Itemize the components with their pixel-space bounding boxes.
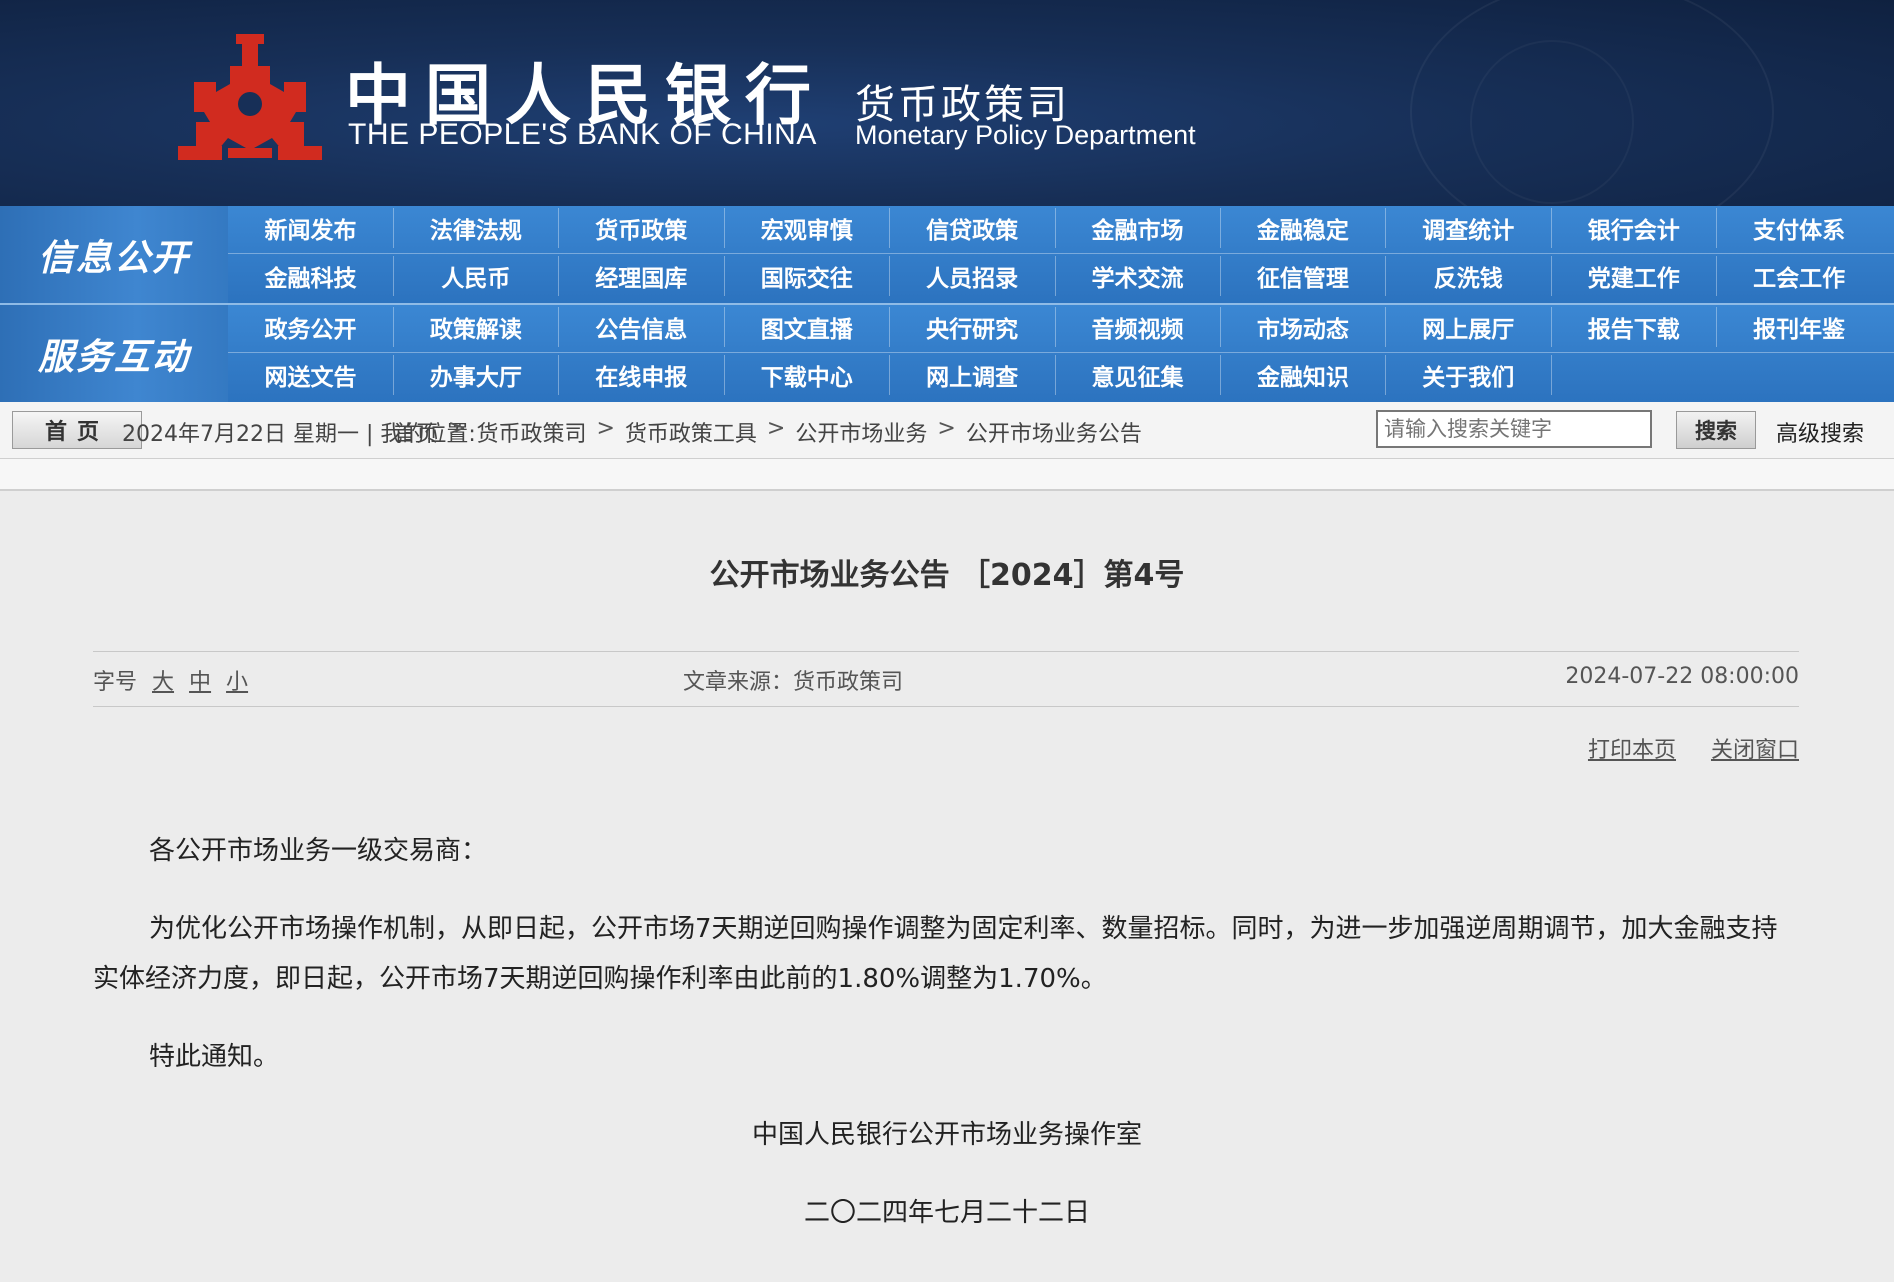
nav-item[interactable]: 工会工作: [1717, 256, 1882, 296]
nav-item[interactable]: 网送文告: [228, 355, 394, 395]
nav-item[interactable]: 政务公开: [228, 307, 394, 347]
font-size-label: 字号: [93, 670, 138, 695]
nav-section-service: 服务互动 政务公开 政策解读 公告信息 图文直播 央行研究 音频视频 市场动态 网上展厅 报告下…: [0, 305, 1894, 402]
signature-org: 中国人民银行公开市场业务操作室: [751, 1120, 1142, 1150]
nav-item[interactable]: 经理国库: [559, 256, 725, 296]
nav-item[interactable]: 调查统计: [1386, 208, 1552, 248]
nav-item[interactable]: 征信管理: [1220, 256, 1387, 296]
font-size-control: 字号 大 中 小: [93, 664, 248, 696]
article-source: 文章来源：货币政策司: [683, 670, 904, 695]
nav-item[interactable]: 网上调查: [890, 355, 1056, 395]
article-paragraph: 各公开市场业务一级交易商：: [149, 836, 488, 866]
article-paragraph: 为优化公开市场操作机制，从即日起，公开市场7天期逆回购操作调整为固定利率、数量招…: [93, 914, 1778, 994]
article-tools: 打印本页 关闭窗口: [1560, 732, 1799, 764]
breadcrumb-separator: >: [448, 416, 467, 441]
nav-item[interactable]: 人民币: [393, 256, 560, 296]
article-meta: 字号 大 中 小 文章来源：货币政策司 2024-07-22 08:00:00: [93, 664, 1799, 696]
nav-item[interactable]: 支付体系: [1717, 208, 1882, 248]
bank-name-en: THE PEOPLE'S BANK OF CHINA: [348, 118, 817, 151]
print-link[interactable]: 打印本页: [1588, 738, 1676, 763]
breadcrumb-item[interactable]: 公开市场业务: [795, 416, 927, 448]
nav-item[interactable]: 金融知识: [1220, 355, 1387, 395]
nav-item[interactable]: 网上展厅: [1386, 307, 1552, 347]
breadcrumb-separator: >: [937, 416, 956, 441]
meta-divider-bottom: [93, 706, 1799, 707]
nav-grid: 新闻发布 法律法规 货币政策 宏观审慎 信贷政策 金融市场 金融稳定 调查统计 银行会计 支付体系…: [228, 206, 1894, 303]
font-size-medium[interactable]: 中: [189, 670, 211, 695]
search-input[interactable]: [1376, 410, 1652, 448]
nav-item[interactable]: 货币政策: [559, 208, 725, 248]
nav-item[interactable]: 党建工作: [1551, 256, 1718, 296]
nav-item[interactable]: 报告下载: [1551, 307, 1718, 347]
article-paragraph: 特此通知。: [149, 1042, 280, 1072]
nav-item[interactable]: 人员招录: [890, 256, 1056, 296]
breadcrumb-item[interactable]: 首页: [394, 416, 438, 448]
nav-item[interactable]: 意见征集: [1055, 355, 1221, 395]
search-button[interactable]: 搜索: [1676, 411, 1756, 449]
pboc-logo-icon[interactable]: [170, 30, 330, 170]
nav-item[interactable]: 反洗钱: [1386, 256, 1552, 296]
nav-item[interactable]: 法律法规: [393, 208, 560, 248]
nav-item[interactable]: 宏观审慎: [724, 208, 891, 248]
nav-item[interactable]: 音频视频: [1055, 307, 1221, 347]
breadcrumb-bar: 首页 2024年7月22日 星期一 | 我的位置: 首页 > 货币政策司 > 货币政策工…: [0, 402, 1894, 459]
header-divider: [0, 459, 1894, 491]
article-title: 公开市场业务公告 ［2024］第4号: [709, 558, 1185, 593]
nav-grid: 政务公开 政策解读 公告信息 图文直播 央行研究 音频视频 市场动态 网上展厅 报告下载 报刊年鉴…: [228, 305, 1894, 402]
nav-item[interactable]: 公告信息: [559, 307, 725, 347]
main-nav: 信息公开 新闻发布 法律法规 货币政策 宏观审慎 信贷政策 金融市场 金融稳定 调查统计 银行会…: [0, 206, 1894, 402]
nav-item[interactable]: 新闻发布: [228, 208, 394, 248]
nav-item[interactable]: 银行会计: [1551, 208, 1718, 248]
breadcrumb-item[interactable]: 货币政策司: [476, 416, 586, 448]
nav-section-title: 服务互动: [0, 305, 228, 402]
banner-watermark-inner: [1470, 40, 1634, 204]
nav-item[interactable]: 金融稳定: [1220, 208, 1387, 248]
breadcrumb-item[interactable]: 货币政策工具: [625, 416, 757, 448]
breadcrumb-separator: >: [766, 416, 786, 441]
nav-row-divider: [228, 352, 1894, 353]
nav-item[interactable]: 金融市场: [1055, 208, 1221, 248]
dept-name-en: Monetary Policy Department: [855, 120, 1196, 150]
nav-row-divider: [228, 253, 1894, 254]
nav-item[interactable]: 图文直播: [724, 307, 891, 347]
nav-item[interactable]: 办事大厅: [393, 355, 560, 395]
nav-item[interactable]: 下载中心: [724, 355, 891, 395]
nav-item[interactable]: 关于我们: [1386, 355, 1552, 395]
nav-item[interactable]: 金融科技: [228, 256, 394, 296]
nav-item[interactable]: 市场动态: [1220, 307, 1387, 347]
breadcrumb-separator: >: [596, 416, 615, 441]
publish-time: 2024-07-22 08:00:00: [1565, 664, 1799, 689]
meta-divider-top: [93, 651, 1799, 652]
breadcrumb: 首页 > 货币政策司 > 货币政策工具 > 公开市场业务 > 公开市场业务公告: [394, 416, 1142, 448]
article-body: 各公开市场业务一级交易商： 为优化公开市场操作机制，从即日起，公开市场7天期逆回…: [93, 826, 1799, 1110]
nav-item[interactable]: 在线申报: [559, 355, 725, 395]
font-size-small[interactable]: 小: [226, 670, 248, 695]
nav-item[interactable]: 国际交往: [724, 256, 891, 296]
nav-item[interactable]: 信贷政策: [890, 208, 1056, 248]
nav-item[interactable]: 政策解读: [393, 307, 560, 347]
nav-item[interactable]: 央行研究: [890, 307, 1056, 347]
font-size-large[interactable]: 大: [152, 670, 174, 695]
nav-section-title: 信息公开: [0, 206, 228, 303]
signature-date: 二〇二四年七月二十二日: [803, 1198, 1090, 1228]
page: 中国人民银行 THE PEOPLE'S BANK OF CHINA 货币政策司 …: [0, 0, 1894, 1282]
close-window-link[interactable]: 关闭窗口: [1711, 738, 1799, 763]
breadcrumb-item[interactable]: 公开市场业务公告: [966, 416, 1142, 448]
site-banner: 中国人民银行 THE PEOPLE'S BANK OF CHINA 货币政策司 …: [0, 0, 1894, 206]
nav-item[interactable]: 报刊年鉴: [1717, 307, 1882, 347]
advanced-search-link[interactable]: 高级搜索: [1776, 416, 1864, 448]
nav-section-info: 信息公开 新闻发布 法律法规 货币政策 宏观审慎 信贷政策 金融市场 金融稳定 调查统计 银行会…: [0, 206, 1894, 303]
nav-item[interactable]: 学术交流: [1055, 256, 1221, 296]
